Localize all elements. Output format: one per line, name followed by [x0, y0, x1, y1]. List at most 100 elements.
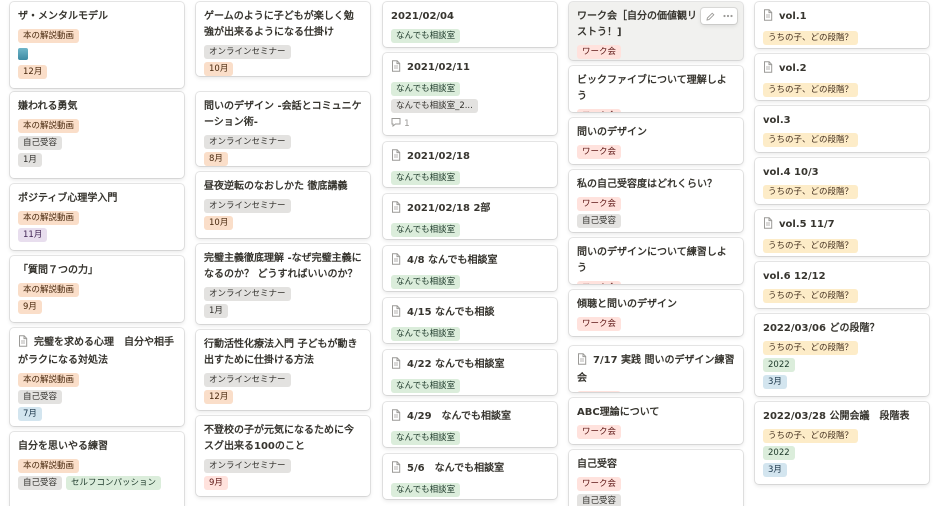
card-title-text: vol.2 — [779, 63, 807, 74]
tag-pill: 本の解説動画 — [18, 211, 80, 225]
tag-pill: 3月 — [763, 375, 787, 389]
card-tags: うちの子、どの段階？ — [763, 289, 921, 303]
board-card[interactable]: vol.1 うちの子、どの段階？ — [755, 2, 929, 48]
tag-pill: うちの子、どの段階？ — [763, 31, 859, 45]
card-tags: うちの子、どの段階？ — [763, 341, 921, 355]
card-title: ザ・メンタルモデル — [18, 9, 176, 25]
board-card[interactable]: 2021/02/18 2部なんでも相談室 — [383, 194, 557, 239]
board-card[interactable]: 行動活性化療法入門 子どもが動き出すために仕掛ける方法 オンラインセミナー 12月 — [196, 330, 370, 410]
card-tags: ワーク会 — [577, 391, 735, 392]
tag-pill: オンラインセミナー — [204, 287, 291, 301]
board-card[interactable]: vol.4 10/3 うちの子、どの段階？ — [755, 158, 929, 204]
card-month: 3月 — [763, 375, 921, 389]
card-title-text: vol.1 — [779, 11, 807, 22]
tag-pill: 9月 — [204, 476, 228, 490]
tag-pill: うちの子、どの段階？ — [763, 429, 859, 443]
card-title: 問いのデザイン -会話とコミュニケーション術- — [204, 99, 362, 131]
card-tags: なんでも相談室 — [391, 29, 549, 43]
card-tags: なんでも相談室 — [391, 223, 549, 237]
board-card[interactable]: ABC理論について ワーク会 — [569, 398, 743, 444]
card-title: vol.6 12/12 — [763, 269, 921, 285]
comment-count[interactable]: 1 — [391, 117, 549, 130]
tag-pill: うちの子、どの段階？ — [763, 133, 859, 147]
board-column: ワーク会［自分の価値観リストう！]ワーク会ビックファイブについて理解しようワーク… — [569, 0, 743, 506]
board-card[interactable]: ワーク会［自分の価値観リストう！] ワーク会 — [569, 2, 743, 60]
board-card[interactable]: 2021/02/11 なんでも相談室 なんでも相談室_2... 1 — [383, 53, 557, 135]
card-title-text: 7/17 実践 問いのデザイン練習会 — [577, 355, 735, 384]
board-card[interactable]: 2022/03/06 どの段階？ うちの子、どの段階？ 2022 3月 — [755, 314, 929, 396]
board-card[interactable]: 4/15 なんでも相談なんでも相談室 — [383, 298, 557, 343]
card-month: 9月 — [204, 476, 362, 490]
board-card[interactable]: 自己受容 ワーク会 自己受容 — [569, 450, 743, 506]
board-card[interactable]: ゲームのように子どもが楽しく勉強が出来るようになる仕掛け オンラインセミナー 10月 — [196, 2, 370, 76]
card-tags: うちの子、どの段階？ — [763, 83, 921, 97]
board-card[interactable]: 完璧を求める心理 自分や相手がラクになる対処法 本の解説動画 自己受容 7月 — [10, 328, 184, 426]
board-card[interactable]: 問いのデザイン ワーク会 — [569, 118, 743, 164]
board-card[interactable]: 2021/02/04 なんでも相談室 — [383, 2, 557, 47]
board-card[interactable]: ビックファイブについて理解しようワーク会 — [569, 66, 743, 112]
card-title-text: ビックファイブについて理解しよう — [577, 75, 727, 102]
card-title-text: 傾聴と問いのデザイン — [577, 299, 677, 310]
card-title-text: ABC理論について — [577, 407, 660, 418]
card-title: 自己受容 — [577, 457, 735, 473]
tag-pill: 10月 — [204, 216, 234, 230]
card-tags: ワーク会 — [577, 145, 735, 159]
document-icon — [763, 9, 773, 27]
tag-pill: オンラインセミナー — [204, 135, 291, 149]
board-card[interactable]: 嫌われる勇気 本の解説動画 自己受容 1月 — [10, 92, 184, 178]
tag-pill: うちの子、どの段階？ — [763, 341, 859, 355]
card-title: 2022/03/06 どの段階？ — [763, 321, 921, 337]
pencil-icon[interactable] — [701, 8, 719, 24]
board-card[interactable]: ザ・メンタルモデル 本の解説動画 12月 — [10, 2, 184, 88]
card-tags: 本の解説動画 — [18, 29, 176, 43]
card-title: 完璧主義徹底理解 -なぜ完璧主義になるのか？ どうすればいいのか？ — [204, 251, 362, 283]
board-column: ザ・メンタルモデル 本の解説動画 12月 嫌われる勇気 本の解説動画 自己受容 1月 ポジティ… — [10, 0, 184, 506]
card-tags: ワーク会 — [577, 281, 735, 284]
board-column: vol.1 うちの子、どの段階？ vol.2 うちの子、どの段階？ vol.3 うちの子、… — [755, 0, 929, 506]
board-card[interactable]: vol.5 11/7 うちの子、どの段階？ — [755, 210, 929, 256]
board-card[interactable]: 問いのデザインについて練習しようワーク会 — [569, 238, 743, 284]
tag-pill: 自己受容 — [577, 214, 622, 228]
card-title: 昼夜逆転のなおしかた 徹底講義 — [204, 179, 362, 195]
card-title: 4/29 なんでも相談室 — [391, 409, 549, 427]
board-card[interactable]: vol.6 12/12 うちの子、どの段階？ — [755, 262, 929, 308]
card-title: 2021/02/18 2部 — [391, 201, 549, 219]
board-card[interactable]: 問いのデザイン -会話とコミュニケーション術- オンラインセミナー 8月 — [196, 92, 370, 166]
tag-pill: 8月 — [204, 152, 228, 166]
board-card[interactable]: 4/29 なんでも相談室 なんでも相談室 — [383, 402, 557, 447]
card-title: 「質問７つの力」 — [18, 263, 176, 279]
card-title-text: vol.3 — [763, 115, 791, 126]
board-card[interactable]: 自分を思いやる練習 本の解説動画 自己受容 セルフコンパッション — [10, 432, 184, 506]
board-card[interactable]: 不登校の子が元気になるために今スグ出来る100のこと オンラインセミナー 9月 — [196, 416, 370, 496]
card-title: 7/17 実践 問いのデザイン練習会 — [577, 353, 735, 387]
tag-pill: なんでも相談室 — [391, 327, 461, 341]
board-card[interactable]: 2021/02/18 なんでも相談室 — [383, 142, 557, 187]
board-card[interactable]: 2022/03/28 公開会議 段階表 うちの子、どの段階？ 2022 3月 — [755, 402, 929, 484]
tag-pill: なんでも相談室 — [391, 275, 461, 289]
document-icon — [18, 335, 28, 353]
more-icon[interactable] — [719, 8, 737, 24]
card-title-text: ゲームのように子どもが楽しく勉強が出来るようになる仕掛け — [204, 11, 354, 38]
card-title: 不登校の子が元気になるために今スグ出来る100のこと — [204, 423, 362, 455]
board-card[interactable]: 7/17 実践 問いのデザイン練習会ワーク会 — [569, 346, 743, 392]
board-card[interactable]: 4/8 なんでも相談室 なんでも相談室 — [383, 246, 557, 291]
tag-pill: うちの子、どの段階？ — [763, 83, 859, 97]
card-tags: ワーク会 — [577, 109, 735, 112]
board-card[interactable]: vol.3 うちの子、どの段階？ — [755, 106, 929, 152]
card-title: 5/6 なんでも相談室 — [391, 461, 549, 479]
board-card[interactable]: vol.2 うちの子、どの段階？ — [755, 54, 929, 100]
board-card[interactable]: 昼夜逆転のなおしかた 徹底講義 オンラインセミナー 10月 — [196, 172, 370, 238]
board-card[interactable]: 「質問７つの力」 本の解説動画 9月 — [10, 256, 184, 322]
board-card[interactable]: 5/6 なんでも相談室 なんでも相談室 — [383, 454, 557, 499]
tag-pill: ワーク会 — [577, 425, 622, 439]
board-card[interactable]: 傾聴と問いのデザイン ワーク会 — [569, 290, 743, 336]
card-month: 1月 — [18, 153, 176, 167]
board-card[interactable]: 4/22 なんでも相談室 なんでも相談室 — [383, 350, 557, 395]
board-card[interactable]: ポジティブ心理学入門 本の解説動画 11月 — [10, 184, 184, 250]
tag-pill: 7月 — [18, 407, 42, 421]
board-card[interactable]: 私の自己受容度はどれくらい？ ワーク会 自己受容 — [569, 170, 743, 232]
card-tags: 本の解説動画 — [18, 119, 176, 133]
card-title: 4/15 なんでも相談 — [391, 305, 549, 323]
card-tags: うちの子、どの段階？ — [763, 429, 921, 443]
board-card[interactable]: 完璧主義徹底理解 -なぜ完璧主義になるのか？ どうすればいいのか？ オンラインセミ… — [196, 244, 370, 324]
